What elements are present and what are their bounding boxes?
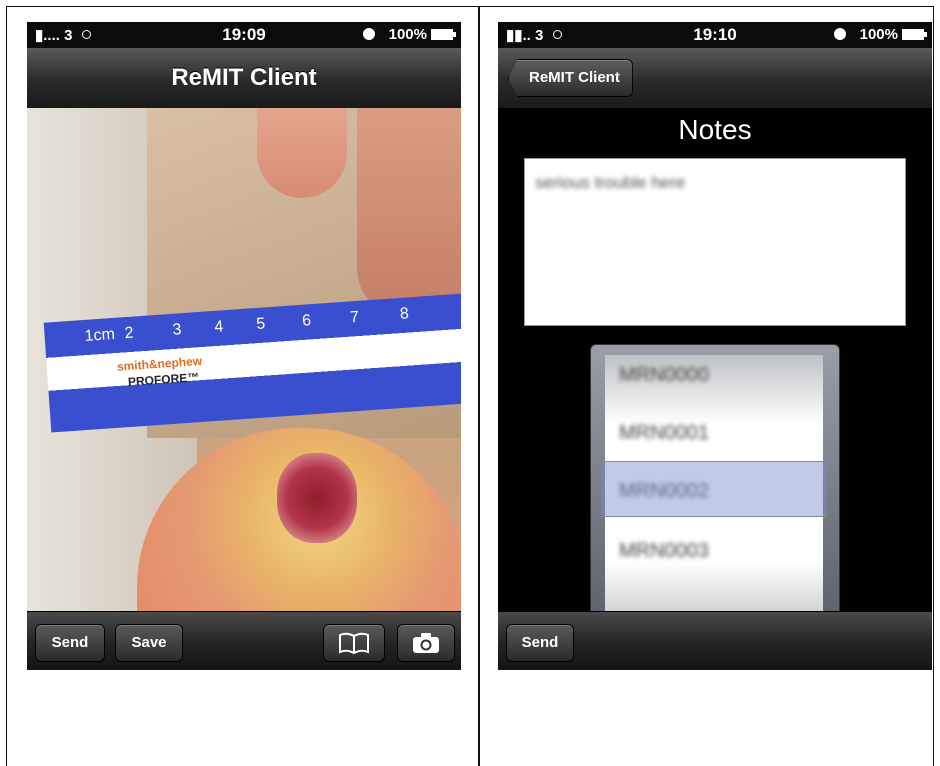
bottom-toolbar: Send Save [27, 611, 461, 670]
status-bar: ▮.... 3 19:09 100% [27, 22, 461, 48]
picker-row[interactable]: MRN0001 [619, 413, 709, 453]
battery-percent: 100% [388, 26, 427, 43]
left-phone-screen: ▮.... 3 19:09 100% ReMIT Client 1cm 2 3 … [27, 22, 461, 670]
camera-icon[interactable] [397, 624, 455, 662]
battery-icon [431, 29, 456, 40]
mrn-picker[interactable]: MRN0000 MRN0001 MRN0002 MRN0003 [590, 344, 840, 638]
ruler-tick: 7 [349, 308, 360, 327]
wound-photo: 1cm 2 3 4 5 6 7 8 smith&nephew PROFORE™ [27, 108, 461, 612]
picker-selection-bar [601, 461, 827, 517]
send-button[interactable]: Send [35, 624, 105, 662]
ruler-tick: 4 [213, 318, 224, 336]
right-phone-screen: ▮▮.. 3 19:10 100% ReMIT Client Notes ser… [498, 22, 932, 670]
camera-icon-glyph [413, 633, 439, 653]
picker-row[interactable]: MRN0003 [619, 531, 709, 571]
clock-icon [834, 28, 846, 40]
page-title: ReMIT Client [171, 64, 317, 91]
book-icon[interactable] [323, 624, 385, 662]
notes-textarea[interactable]: serious trouble here [524, 158, 906, 326]
ruler-tick: 6 [301, 312, 312, 330]
clock-icon [363, 28, 375, 40]
send-button[interactable]: Send [506, 624, 574, 662]
notes-title: Notes [678, 114, 752, 145]
book-icon-glyph [339, 632, 369, 655]
ruler-tick: 8 [399, 305, 410, 323]
ruler-tick: 5 [255, 315, 266, 333]
ruler-tick: 2 [124, 324, 135, 343]
battery-icon [902, 29, 927, 40]
status-bar: ▮▮.. 3 19:10 100% [498, 22, 932, 48]
ruler-tick: 3 [171, 321, 182, 339]
back-button[interactable]: ReMIT Client [508, 59, 633, 97]
nav-bar: ReMIT Client [27, 48, 461, 109]
ruler-product: PROFORE™ [127, 370, 200, 390]
save-button[interactable]: Save [115, 624, 183, 662]
ruler-tick: 1cm [84, 325, 116, 345]
nav-bar: ReMIT Client [498, 48, 932, 109]
bottom-toolbar: Send [498, 611, 932, 670]
battery-percent: 100% [859, 26, 898, 43]
notes-text: serious trouble here [535, 173, 686, 192]
picker-row[interactable]: MRN0000 [619, 355, 709, 395]
